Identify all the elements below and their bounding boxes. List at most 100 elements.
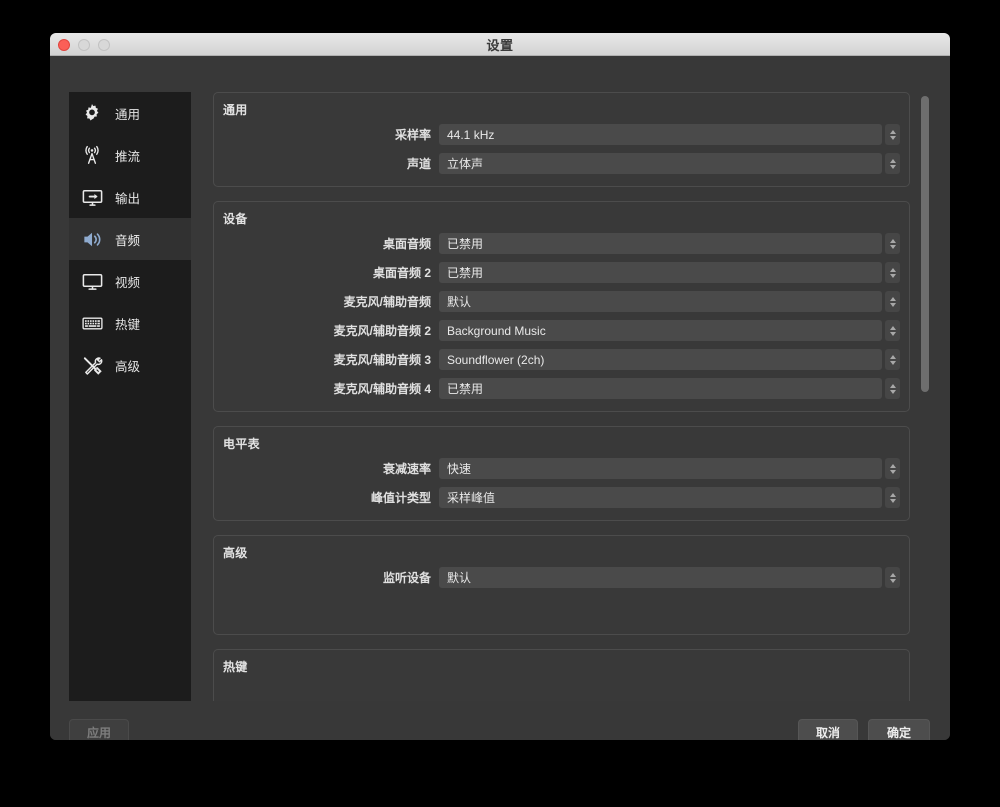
settings-content: 通用 采样率 44.1 kHz 声道 立体声 设备 桌面音频 已禁用 桌面音频 … [213, 92, 910, 701]
group-title: 通用 [223, 103, 248, 117]
traffic-lights [58, 39, 110, 51]
monitor-output-icon [79, 184, 105, 210]
group-general: 通用 采样率 44.1 kHz 声道 立体声 [213, 92, 910, 187]
chevron-updown-icon[interactable] [885, 378, 900, 399]
tools-icon [79, 352, 105, 378]
setting-row-sample-rate: 采样率 44.1 kHz [223, 124, 900, 145]
peak-meter-type-select[interactable]: 采样峰值 [439, 487, 900, 508]
chevron-updown-icon[interactable] [885, 349, 900, 370]
setting-row-mic-aux-4: 麦克风/辅助音频 4 已禁用 [223, 378, 900, 399]
combo-value: 默认 [447, 295, 472, 309]
settings-sidebar: 通用 推流 输出 音频 视频 热键 高级 [69, 92, 191, 701]
combo-value: 44.1 kHz [447, 127, 495, 142]
row-label: 衰减速率 [382, 462, 431, 476]
channels-select[interactable]: 立体声 [439, 153, 900, 174]
setting-row-decay-rate: 衰减速率 快速 [223, 458, 900, 479]
combo-value: 快速 [447, 462, 472, 476]
cancel-button[interactable]: 取消 [798, 719, 858, 740]
row-label: 麦克风/辅助音频 [343, 295, 431, 309]
chevron-updown-icon[interactable] [885, 567, 900, 588]
window-title: 设置 [486, 37, 514, 53]
sample-rate-select[interactable]: 44.1 kHz [439, 124, 900, 145]
sidebar-item-label: 视频 [115, 275, 141, 290]
row-label: 麦克风/辅助音频 3 [333, 353, 431, 367]
setting-row-monitoring-device: 监听设备 默认 [223, 567, 900, 588]
combo-value: 采样峰值 [447, 491, 496, 505]
combo-value: 已禁用 [447, 237, 484, 251]
combo-value: 默认 [447, 571, 472, 585]
settings-window: 设置 通用 推流 输出 音频 视频 热键 高级 通用 采样率 44.1 kHz … [50, 33, 950, 740]
broadcast-tower-icon [79, 142, 105, 168]
speaker-icon [79, 226, 105, 252]
group-meters: 电平表 衰减速率 快速 峰值计类型 采样峰值 [213, 426, 910, 521]
desktop-audio-select[interactable]: 已禁用 [439, 233, 900, 254]
combo-value: Soundflower (2ch) [447, 352, 545, 367]
sidebar-item-general[interactable]: 通用 [69, 92, 191, 134]
setting-row-mic-aux-2: 麦克风/辅助音频 2 Background Music [223, 320, 900, 341]
scrollbar-thumb[interactable] [921, 96, 929, 392]
setting-row-desktop-audio-2: 桌面音频 2 已禁用 [223, 262, 900, 283]
sidebar-item-stream[interactable]: 推流 [69, 134, 191, 176]
group-advanced: 高级 监听设备 默认 [213, 535, 910, 635]
gear-icon [79, 100, 105, 126]
setting-row-desktop-audio: 桌面音频 已禁用 [223, 233, 900, 254]
maximize-window-icon[interactable] [98, 39, 110, 51]
sidebar-item-label: 通用 [115, 107, 141, 122]
keyboard-icon [79, 310, 105, 336]
chevron-updown-icon[interactable] [885, 262, 900, 283]
row-label: 桌面音频 [382, 237, 431, 251]
setting-row-mic-aux: 麦克风/辅助音频 默认 [223, 291, 900, 312]
decay-rate-select[interactable]: 快速 [439, 458, 900, 479]
sidebar-item-hotkeys[interactable]: 热键 [69, 302, 191, 344]
chevron-updown-icon[interactable] [885, 233, 900, 254]
row-label: 峰值计类型 [370, 491, 431, 505]
settings-scrollbar[interactable] [920, 92, 930, 701]
sidebar-item-audio[interactable]: 音频 [69, 218, 191, 260]
mic-aux-4-select[interactable]: 已禁用 [439, 378, 900, 399]
window-titlebar: 设置 [50, 33, 950, 56]
combo-value: 立体声 [447, 157, 484, 171]
group-devices: 设备 桌面音频 已禁用 桌面音频 2 已禁用 麦克风/辅助音频 默认 麦克风/辅… [213, 201, 910, 412]
mic-aux-2-select[interactable]: Background Music [439, 320, 900, 341]
chevron-updown-icon[interactable] [885, 124, 900, 145]
group-title: 电平表 [223, 437, 260, 451]
desktop-audio-2-select[interactable]: 已禁用 [439, 262, 900, 283]
apply-button[interactable]: 应用 [69, 719, 129, 740]
row-label: 声道 [406, 157, 431, 171]
mic-aux-select[interactable]: 默认 [439, 291, 900, 312]
setting-row-channels: 声道 立体声 [223, 153, 900, 174]
monitoring-device-select[interactable]: 默认 [439, 567, 900, 588]
chevron-updown-icon[interactable] [885, 153, 900, 174]
chevron-updown-icon[interactable] [885, 487, 900, 508]
chevron-updown-icon[interactable] [885, 458, 900, 479]
group-hotkeys: 热键 [213, 649, 910, 701]
mic-aux-3-select[interactable]: Soundflower (2ch) [439, 349, 900, 370]
combo-value: 已禁用 [447, 382, 484, 396]
chevron-updown-icon[interactable] [885, 320, 900, 341]
monitor-icon [79, 268, 105, 294]
sidebar-item-label: 热键 [115, 317, 141, 332]
row-label: 监听设备 [382, 571, 431, 585]
sidebar-item-label: 高级 [115, 359, 141, 374]
chevron-updown-icon[interactable] [885, 291, 900, 312]
group-title: 热键 [223, 660, 248, 674]
row-label: 桌面音频 2 [372, 266, 431, 280]
ok-button[interactable]: 确定 [868, 719, 930, 740]
close-window-icon[interactable] [58, 39, 70, 51]
row-label: 麦克风/辅助音频 4 [333, 382, 431, 396]
row-label: 采样率 [394, 128, 431, 142]
sidebar-item-video[interactable]: 视频 [69, 260, 191, 302]
sidebar-item-label: 音频 [115, 233, 141, 248]
settings-scroll-pane[interactable]: 通用 采样率 44.1 kHz 声道 立体声 设备 桌面音频 已禁用 桌面音频 … [213, 92, 930, 701]
minimize-window-icon[interactable] [78, 39, 90, 51]
row-label: 麦克风/辅助音频 2 [333, 324, 431, 338]
setting-row-peak-meter-type: 峰值计类型 采样峰值 [223, 487, 900, 508]
group-title: 设备 [223, 212, 248, 226]
sidebar-item-output[interactable]: 输出 [69, 176, 191, 218]
setting-row-mic-aux-3: 麦克风/辅助音频 3 Soundflower (2ch) [223, 349, 900, 370]
sidebar-item-label: 推流 [115, 149, 141, 164]
sidebar-item-label: 输出 [115, 191, 141, 206]
group-title: 高级 [223, 546, 248, 560]
window-body: 通用 推流 输出 音频 视频 热键 高级 通用 采样率 44.1 kHz 声道 … [50, 56, 950, 740]
sidebar-item-advanced[interactable]: 高级 [69, 344, 191, 386]
